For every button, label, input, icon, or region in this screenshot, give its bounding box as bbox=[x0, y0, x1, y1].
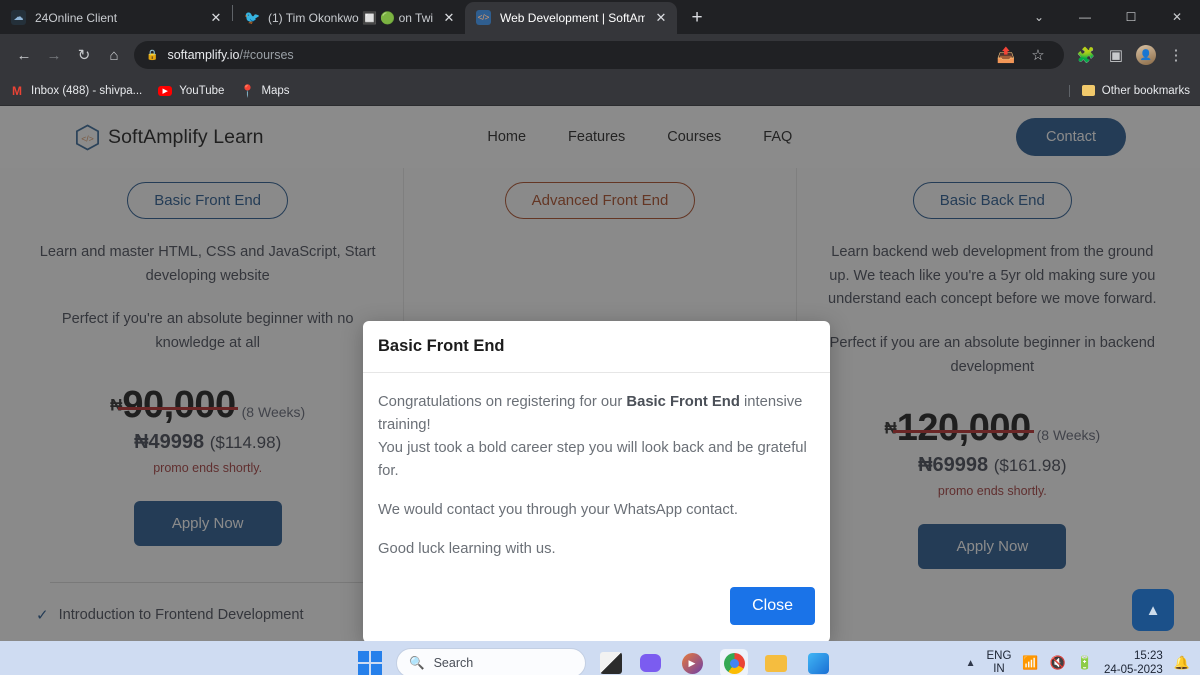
tab-search-icon[interactable]: ⌄ bbox=[1016, 0, 1062, 34]
browser-tab-1[interactable]: ☁ 24Online Client ✕ bbox=[0, 2, 232, 34]
maximize-button[interactable]: ☐ bbox=[1108, 0, 1154, 34]
tab-close-icon[interactable]: ✕ bbox=[441, 10, 457, 26]
file-explorer-icon[interactable] bbox=[762, 649, 790, 675]
avatar[interactable]: 👤 bbox=[1132, 41, 1160, 69]
folder-icon bbox=[1081, 85, 1095, 96]
side-panel-icon[interactable]: ▣ bbox=[1102, 41, 1130, 69]
scroll-to-top-button[interactable]: ▲ bbox=[1132, 589, 1174, 631]
home-icon[interactable]: ⌂ bbox=[100, 41, 128, 69]
twitter-icon: 🐦 bbox=[244, 10, 261, 25]
region-code: IN bbox=[993, 663, 1005, 675]
bookmarks-bar: M Inbox (488) - shivpa... ▶ YouTube 📍 Ma… bbox=[0, 76, 1200, 106]
browser-tab-3-active[interactable]: </> Web Development | SoftAmplify | ✕ bbox=[465, 2, 677, 34]
lock-icon: 🔒 bbox=[146, 49, 159, 61]
bookmark-label: Maps bbox=[261, 84, 290, 97]
chrome-icon[interactable] bbox=[720, 649, 748, 675]
new-tab-button[interactable]: + bbox=[683, 4, 711, 32]
modal-paragraph-2: We would contact you through your WhatsA… bbox=[378, 501, 738, 518]
registration-modal: Basic Front End Congratulations on regis… bbox=[363, 321, 830, 641]
address-bar[interactable]: 🔒 softamplify.io/#courses 📤 ☆ bbox=[134, 41, 1064, 69]
modal-line1-bold: Basic Front End bbox=[626, 394, 740, 410]
maps-icon: 📍 bbox=[239, 83, 255, 98]
photos-icon[interactable] bbox=[804, 649, 832, 675]
search-input[interactable]: 🔍 Search bbox=[396, 648, 586, 675]
browser-window: ☁ 24Online Client ✕ 🐦 (1) Tim Okonkwo 🔲 … bbox=[0, 0, 1200, 675]
windows-taskbar: 🔍 Search ▶ ▲ ENG IN 📶 🔇 🔋 15:23 24-05-20… bbox=[0, 641, 1200, 675]
bookmark-label: Inbox (488) - shivpa... bbox=[31, 84, 143, 97]
bookmark-maps[interactable]: 📍 Maps bbox=[239, 83, 290, 98]
taskview-icon[interactable] bbox=[600, 652, 622, 674]
modal-paragraph-3: Good luck learning with us. bbox=[378, 540, 556, 557]
modal-header: Basic Front End bbox=[363, 321, 830, 373]
url-text: softamplify.io/#courses bbox=[167, 48, 294, 62]
tab-close-icon[interactable]: ✕ bbox=[653, 10, 669, 26]
battery-icon[interactable]: 🔋 bbox=[1077, 655, 1093, 671]
volume-muted-icon[interactable]: 🔇 bbox=[1050, 655, 1066, 671]
tab-title: 24Online Client bbox=[35, 11, 118, 25]
minimize-button[interactable]: — bbox=[1062, 0, 1108, 34]
tab-strip: ☁ 24Online Client ✕ 🐦 (1) Tim Okonkwo 🔲 … bbox=[0, 0, 1200, 34]
puzzle-icon[interactable]: 🧩 bbox=[1072, 41, 1100, 69]
modal-title: Basic Front End bbox=[378, 337, 505, 355]
browser-toolbar: ← → ↻ ⌂ 🔒 softamplify.io/#courses 📤 ☆ 🧩 … bbox=[0, 34, 1200, 76]
clock[interactable]: 15:23 24-05-2023 bbox=[1104, 649, 1163, 675]
modal-paragraph-1: Congratulations on registering for our B… bbox=[378, 391, 815, 483]
close-button[interactable]: Close bbox=[730, 586, 815, 625]
share-icon[interactable]: 📤 bbox=[992, 41, 1020, 69]
forward-icon[interactable]: → bbox=[40, 41, 68, 69]
reload-icon[interactable]: ↻ bbox=[70, 41, 98, 69]
cloud-icon: ☁ bbox=[11, 10, 27, 26]
youtube-icon: ▶ bbox=[158, 84, 173, 98]
bookmark-gmail[interactable]: M Inbox (488) - shivpa... bbox=[10, 84, 142, 98]
modal-line2: You just took a bold career step you wil… bbox=[378, 439, 807, 479]
notification-bell-icon[interactable]: 🔔 bbox=[1174, 655, 1190, 671]
chevron-up-icon: ▲ bbox=[1145, 601, 1161, 619]
close-window-button[interactable]: ✕ bbox=[1154, 0, 1200, 34]
language-indicator[interactable]: ENG IN bbox=[987, 650, 1012, 675]
modal-body: Congratulations on registering for our B… bbox=[363, 373, 830, 587]
web-page: </> SoftAmplify Learn Home Features Cour… bbox=[0, 106, 1200, 641]
bookmark-youtube[interactable]: ▶ YouTube bbox=[158, 84, 224, 98]
tab-title: Web Development | SoftAmplify | bbox=[500, 11, 645, 25]
search-placeholder: Search bbox=[433, 656, 474, 670]
search-icon: 🔍 bbox=[409, 655, 425, 670]
bookmark-label: YouTube bbox=[179, 84, 225, 97]
other-bookmarks[interactable]: Other bookmarks bbox=[1068, 84, 1190, 97]
language-code: ENG bbox=[986, 649, 1012, 662]
window-controls: ⌄ — ☐ ✕ bbox=[1016, 0, 1200, 34]
chat-icon[interactable] bbox=[636, 649, 664, 675]
modal-footer: Close bbox=[363, 586, 830, 641]
modal-line1-pre: Congratulations on registering for our bbox=[378, 394, 627, 410]
toolbar-right-group: 🧩 ▣ 👤 ⋮ bbox=[1072, 41, 1190, 69]
time-text: 15:23 bbox=[1134, 649, 1163, 662]
back-icon[interactable]: ← bbox=[10, 41, 38, 69]
system-tray: ▲ ENG IN 📶 🔇 🔋 15:23 24-05-2023 🔔 bbox=[966, 649, 1190, 675]
taskbar-center-group: 🔍 Search ▶ bbox=[358, 648, 832, 675]
tab-title: (1) Tim Okonkwo 🔲 🟢 on Twitt bbox=[268, 11, 433, 25]
chevron-up-icon[interactable]: ▲ bbox=[966, 658, 976, 669]
softamplify-icon: </> bbox=[476, 10, 492, 26]
chrome-menu-icon[interactable]: ⋮ bbox=[1162, 41, 1190, 69]
windows-start-icon[interactable] bbox=[358, 651, 382, 675]
browser-tab-2[interactable]: 🐦 (1) Tim Okonkwo 🔲 🟢 on Twitt ✕ bbox=[233, 2, 465, 34]
tab-close-icon[interactable]: ✕ bbox=[208, 10, 224, 26]
other-bookmarks-label: Other bookmarks bbox=[1101, 84, 1190, 97]
gmail-icon: M bbox=[12, 83, 22, 98]
star-icon[interactable]: ☆ bbox=[1024, 41, 1052, 69]
date-text: 24-05-2023 bbox=[1103, 664, 1163, 675]
media-player-icon[interactable]: ▶ bbox=[678, 649, 706, 675]
wifi-icon[interactable]: 📶 bbox=[1022, 655, 1038, 671]
